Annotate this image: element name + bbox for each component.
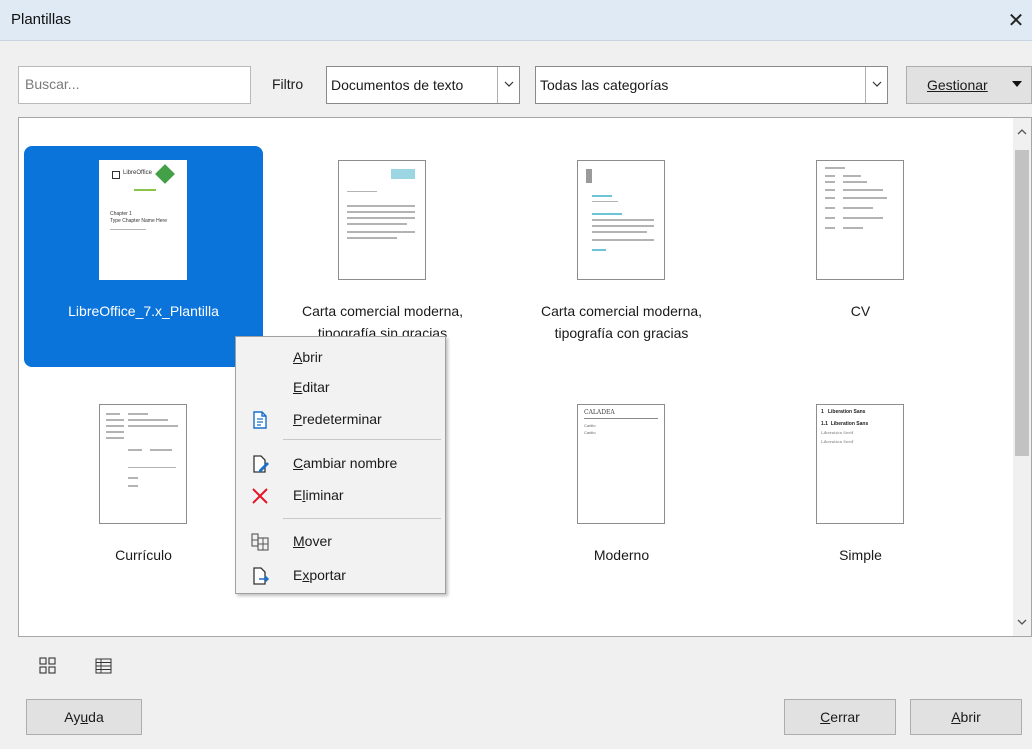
template-name: Carta comercial moderna, tipografía con … (502, 300, 741, 344)
template-name: CV (850, 303, 871, 319)
close-label: Cerrar (820, 709, 860, 725)
vertical-scrollbar[interactable] (1013, 118, 1031, 636)
template-item[interactable]: Carta comercial moderna, tipografía con … (502, 146, 741, 367)
thumbnail-line: Liberation Serif (821, 430, 854, 435)
scroll-down-icon[interactable] (1017, 618, 1027, 626)
template-thumbnail (99, 404, 187, 524)
template-name-line1: Carta comercial moderna, (301, 303, 464, 319)
thumbnail-line: Liberation Serif (821, 439, 854, 444)
menu-item-edit[interactable]: Editar (236, 373, 445, 403)
thumbnail-heading: CALADEA (584, 409, 615, 416)
manage-label: Gestionar (927, 77, 988, 93)
menu-item-label: Cambiar nombre (293, 455, 398, 471)
open-button[interactable]: Abrir (910, 699, 1022, 735)
template-item[interactable]: CV (741, 146, 980, 367)
thumbnail-view-icon[interactable] (38, 656, 58, 676)
template-item[interactable]: CALADEA Carlito Carlito Moderno (502, 390, 741, 611)
thumbnail-heading-1: 1 Liberation Sans (821, 409, 866, 415)
template-thumbnail (338, 160, 426, 280)
template-name-line2: tipografía con gracias (554, 325, 689, 341)
search-input[interactable]: Buscar... (18, 66, 251, 104)
thumbnail-heading-2: 1.1 Liberation Sans (821, 421, 869, 427)
help-button[interactable]: Ayuda (26, 699, 142, 735)
document-type-value: Documentos de texto (331, 77, 464, 93)
template-thumbnail: 1 Liberation Sans 1.1 Liberation Sans Li… (816, 404, 904, 524)
menu-item-label: Eliminar (293, 487, 344, 503)
template-item[interactable]: 1 Liberation Sans 1.1 Liberation Sans Li… (741, 390, 980, 611)
set-default-icon (253, 411, 267, 429)
menu-separator (283, 439, 441, 440)
template-thumbnail (577, 160, 665, 280)
manage-button[interactable]: Gestionar (906, 66, 1032, 104)
template-name: Moderno (593, 547, 650, 563)
open-label: Abrir (951, 709, 981, 725)
templates-view[interactable]: LibreOffice Chapter 1 Type Chapter Name … (18, 117, 1032, 637)
chevron-down-icon[interactable] (865, 67, 887, 103)
document-type-select[interactable]: Documentos de texto (326, 66, 520, 104)
template-name: Simple (839, 547, 882, 563)
delete-icon (252, 488, 268, 504)
menu-item-move[interactable]: Mover (236, 527, 445, 557)
dialog-title: Plantillas (11, 11, 72, 28)
help-label: Ayuda (64, 709, 104, 725)
rename-icon (253, 455, 269, 473)
menu-item-set-default[interactable]: Predeterminar (236, 405, 445, 435)
export-icon (253, 567, 270, 585)
menu-item-label: Predeterminar (293, 411, 382, 427)
category-select[interactable]: Todas las categorías (535, 66, 888, 104)
template-thumbnail: CALADEA Carlito Carlito (577, 404, 665, 524)
list-view-icon[interactable] (94, 656, 114, 676)
template-name: LibreOffice_7.x_Plantilla (68, 303, 219, 319)
menu-separator (283, 518, 441, 519)
template-item[interactable]: Currículo (24, 390, 263, 611)
dropdown-triangle-icon (1012, 81, 1022, 87)
menu-item-label: Exportar (293, 567, 346, 583)
template-thumbnail: LibreOffice Chapter 1 Type Chapter Name … (99, 160, 187, 280)
close-icon[interactable]: ✕ (1000, 0, 1032, 41)
scrollbar-thumb[interactable] (1015, 150, 1029, 456)
thumbnail-logo-text: LibreOffice (123, 170, 152, 176)
thumbnail-chapter: Chapter 1 (110, 211, 132, 217)
filter-label: Filtro (272, 76, 304, 92)
template-name-line1: Carta comercial moderna, (540, 303, 703, 319)
thumbnail-line: Carlito (584, 423, 596, 428)
thumbnail-chapter-name: Type Chapter Name Here (110, 218, 167, 224)
menu-item-label: Mover (293, 533, 332, 549)
menu-item-delete[interactable]: Eliminar (236, 481, 445, 511)
chevron-down-icon[interactable] (497, 67, 519, 103)
menu-item-label: Editar (293, 379, 330, 395)
category-value: Todas las categorías (540, 77, 669, 93)
menu-item-open[interactable]: Abrir (236, 343, 445, 373)
scroll-up-icon[interactable] (1017, 128, 1027, 136)
template-thumbnail (816, 160, 904, 280)
template-item[interactable]: LibreOffice Chapter 1 Type Chapter Name … (24, 146, 263, 367)
close-button[interactable]: Cerrar (784, 699, 896, 735)
menu-item-rename[interactable]: Cambiar nombre (236, 449, 445, 479)
title-bar: Plantillas ✕ (0, 0, 1032, 41)
menu-item-export[interactable]: Exportar (236, 561, 445, 591)
context-menu: Abrir Editar Predeterminar Cambiar nombr… (235, 336, 446, 594)
template-item[interactable]: Carta comercial moderna, tipografía sin … (263, 146, 502, 367)
menu-item-label: Abrir (293, 349, 323, 365)
thumbnail-line: Carlito (584, 430, 596, 435)
move-icon (251, 533, 269, 551)
template-name: Currículo (115, 547, 172, 563)
